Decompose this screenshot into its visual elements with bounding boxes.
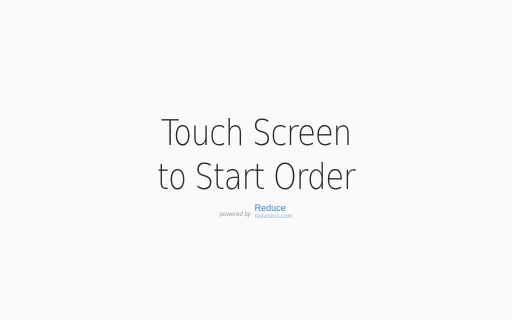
powered-by-footer: powered by Reduce reduceus.com xyxy=(0,203,512,221)
prompt-line-2: to Start Order xyxy=(157,157,355,198)
prompt-line-1: Touch Screen xyxy=(160,113,352,154)
brand-name: Reduce xyxy=(254,203,286,213)
powered-by-label: powered by xyxy=(219,212,251,218)
brand-logo: Reduce reduceus.com xyxy=(254,203,293,221)
start-order-prompt: Touch Screen to Start Order xyxy=(0,112,512,200)
brand-url: reduceus.com xyxy=(254,214,293,220)
touch-to-start-screen[interactable]: Touch Screen to Start Order powered by R… xyxy=(0,0,512,320)
